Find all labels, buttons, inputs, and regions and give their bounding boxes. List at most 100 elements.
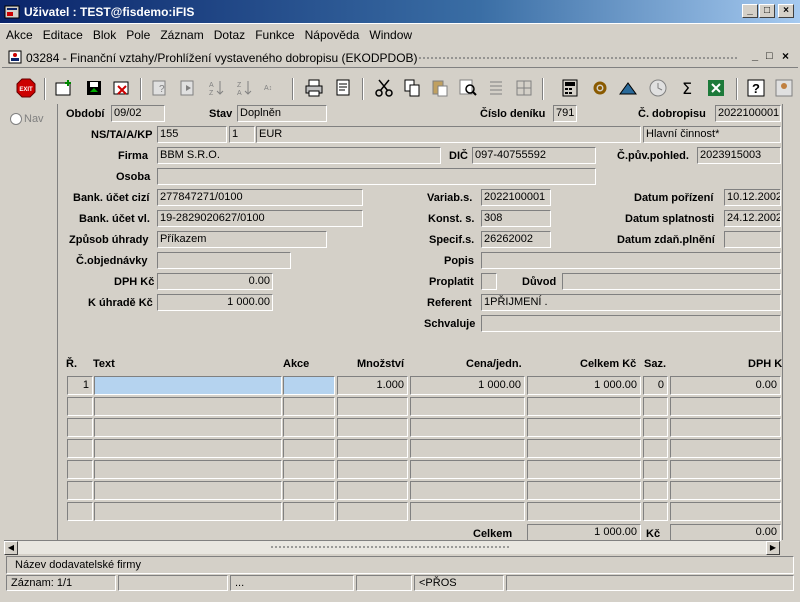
inner-maximize-button[interactable]: □ bbox=[766, 50, 773, 62]
ns-field[interactable]: 155 bbox=[157, 126, 227, 143]
grid-cell-dph[interactable] bbox=[670, 481, 781, 500]
grid-cell-akce[interactable] bbox=[283, 460, 335, 479]
new-record-icon[interactable] bbox=[52, 76, 76, 100]
grid-cell-cena[interactable] bbox=[410, 502, 525, 521]
grid-cell-mnozstvi[interactable]: 1.000 bbox=[337, 376, 408, 395]
grid-cell-akce[interactable] bbox=[283, 418, 335, 437]
a-field[interactable]: EUR bbox=[256, 126, 641, 143]
datum-zdan-plneni-field[interactable] bbox=[724, 231, 781, 248]
grid-cell-saz[interactable] bbox=[643, 502, 668, 521]
grid-cell-r[interactable] bbox=[67, 502, 93, 521]
grid-cell-celkem[interactable] bbox=[527, 397, 641, 416]
referent-field[interactable]: 1PŘIJMENÍ . bbox=[481, 294, 781, 311]
zpusob-uhrady-field[interactable]: Příkazem bbox=[157, 231, 327, 248]
c-puv-pohled-field[interactable]: 2023915003 bbox=[697, 147, 781, 164]
grid-cell-akce[interactable] bbox=[283, 397, 335, 416]
grid-cell-dph[interactable] bbox=[670, 397, 781, 416]
settings-icon[interactable] bbox=[588, 76, 612, 100]
vertical-scrollbar[interactable] bbox=[782, 104, 796, 540]
grid-cell-r[interactable]: 1 bbox=[67, 376, 93, 395]
grid-cell-cena[interactable] bbox=[410, 397, 525, 416]
grid-cell-cena[interactable] bbox=[410, 481, 525, 500]
grid-cell-saz[interactable] bbox=[643, 481, 668, 500]
exit-icon[interactable]: EXIT bbox=[14, 76, 38, 100]
grid-cell-celkem[interactable]: 1 000.00 bbox=[527, 376, 641, 395]
execute-query-icon[interactable] bbox=[176, 76, 200, 100]
grid-cell-r[interactable] bbox=[67, 418, 93, 437]
dic-field[interactable]: 097-40755592 bbox=[472, 147, 596, 164]
grid-cell-akce[interactable] bbox=[283, 439, 335, 458]
grid-cell-celkem[interactable] bbox=[527, 502, 641, 521]
grid-cell-saz[interactable] bbox=[643, 397, 668, 416]
stav-field[interactable]: Doplněn bbox=[237, 105, 327, 122]
grid-cell-mnozstvi[interactable] bbox=[337, 439, 408, 458]
excel-icon[interactable] bbox=[704, 76, 728, 100]
inner-close-button[interactable]: × bbox=[782, 49, 789, 63]
grid-cell-dph[interactable] bbox=[670, 418, 781, 437]
save-icon[interactable] bbox=[82, 76, 106, 100]
grid-cell-akce[interactable] bbox=[283, 481, 335, 500]
grid-cell-mnozstvi[interactable] bbox=[337, 460, 408, 479]
sort-asc-icon[interactable]: AZ bbox=[204, 76, 228, 100]
menu-napoveda[interactable]: Nápověda bbox=[302, 24, 363, 42]
firma-field[interactable]: BBM S.R.O. bbox=[157, 147, 441, 164]
grid-cell-r[interactable] bbox=[67, 397, 93, 416]
list-icon[interactable] bbox=[484, 76, 508, 100]
grid-cell-celkem[interactable] bbox=[527, 439, 641, 458]
grid-cell-cena[interactable]: 1 000.00 bbox=[410, 376, 525, 395]
grid-cell-akce[interactable] bbox=[283, 376, 335, 395]
grid-cell-text[interactable] bbox=[94, 439, 282, 458]
grid-cell-dph[interactable] bbox=[670, 439, 781, 458]
clock-icon[interactable] bbox=[646, 76, 670, 100]
osoba-field[interactable] bbox=[157, 168, 596, 185]
proplatit-field[interactable] bbox=[481, 273, 497, 290]
scroll-right-button[interactable]: ▶ bbox=[766, 541, 780, 555]
grid-cell-dph[interactable] bbox=[670, 460, 781, 479]
variab-field[interactable]: 2022100001 bbox=[481, 189, 551, 206]
grid-cell-celkem[interactable] bbox=[527, 460, 641, 479]
grid-cell-cena[interactable] bbox=[410, 418, 525, 437]
grid-cell-saz[interactable] bbox=[643, 418, 668, 437]
grid-cell-text[interactable] bbox=[94, 397, 282, 416]
grid-cell-cena[interactable] bbox=[410, 439, 525, 458]
help-icon[interactable]: ? bbox=[744, 76, 768, 100]
schvaluje-field[interactable] bbox=[481, 315, 781, 332]
report-icon[interactable] bbox=[332, 76, 356, 100]
menu-pole[interactable]: Pole bbox=[123, 24, 153, 42]
grid-cell-dph[interactable] bbox=[670, 502, 781, 521]
grid-cell-text[interactable] bbox=[94, 481, 282, 500]
grid-cell-mnozstvi[interactable] bbox=[337, 397, 408, 416]
sort-multi-icon[interactable]: A↕ bbox=[260, 76, 284, 100]
grid-cell-celkem[interactable] bbox=[527, 418, 641, 437]
bank-ucet-vl-field[interactable]: 19-2829020627/0100 bbox=[157, 210, 363, 227]
copy-icon[interactable] bbox=[400, 76, 424, 100]
dph-kc-field[interactable]: 0.00 bbox=[157, 273, 273, 290]
scroll-left-button[interactable]: ◀ bbox=[4, 541, 18, 555]
grid-cell-r[interactable] bbox=[67, 460, 93, 479]
close-button[interactable]: × bbox=[778, 4, 794, 18]
grid-cell-text[interactable] bbox=[94, 376, 282, 395]
menu-editace[interactable]: Editace bbox=[40, 24, 86, 42]
sum-icon[interactable]: Σ bbox=[676, 76, 700, 100]
grid-cell-dph[interactable]: 0.00 bbox=[670, 376, 781, 395]
specif-field[interactable]: 26262002 bbox=[481, 231, 551, 248]
calculator-icon[interactable] bbox=[558, 76, 582, 100]
grid-cell-text[interactable] bbox=[94, 502, 282, 521]
datum-splatnosti-field[interactable]: 24.12.2002 bbox=[724, 210, 781, 227]
c-objednavky-field[interactable] bbox=[157, 252, 291, 269]
scroll-grip[interactable] bbox=[270, 545, 510, 550]
kp-field[interactable]: Hlavní činnost* bbox=[643, 126, 781, 143]
menu-akce[interactable]: Akce bbox=[0, 24, 36, 42]
query-icon[interactable]: ? bbox=[148, 76, 172, 100]
menu-funkce[interactable]: Funkce bbox=[252, 24, 297, 42]
ta-field[interactable]: 1 bbox=[229, 126, 255, 143]
obdobi-field[interactable]: 09/02 bbox=[111, 105, 165, 122]
columns-icon[interactable] bbox=[512, 76, 536, 100]
minimize-button[interactable]: _ bbox=[742, 4, 758, 18]
menu-blok[interactable]: Blok bbox=[90, 24, 119, 42]
grid-cell-akce[interactable] bbox=[283, 502, 335, 521]
chart-icon[interactable] bbox=[616, 76, 640, 100]
grid-cell-text[interactable] bbox=[94, 460, 282, 479]
menu-window[interactable]: Window bbox=[366, 24, 415, 42]
grid-cell-r[interactable] bbox=[67, 481, 93, 500]
